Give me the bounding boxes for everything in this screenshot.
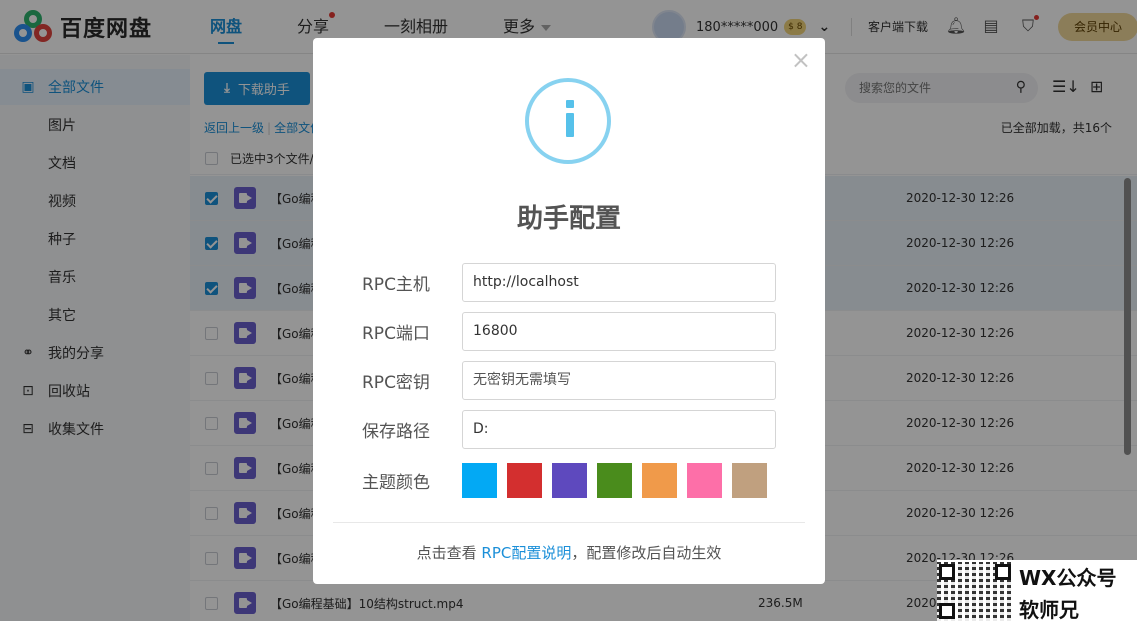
dialog-title: 助手配置 [516,204,621,234]
rpc-port-input[interactable] [462,311,776,351]
helper-config-dialog: × 助手配置 RPC主机 RPC端口 RPC密钥 保存路径 主题颜色 点击查看 … [313,38,825,584]
dialog-footer: 点击查看 RPC配置说明，配置修改后自动生效 [416,544,722,562]
rpc-secret-row: RPC密钥 [362,360,782,400]
watermark-line-2: 软师兄 [1019,598,1079,621]
rpc-secret-label: RPC密钥 [362,372,430,393]
theme-color-label: 主题颜色 [362,472,430,493]
watermark: WX公众号 软师兄 [937,560,1137,621]
theme-color-swatch[interactable] [642,462,677,498]
rpc-config-help-link[interactable]: RPC配置说明 [481,544,571,562]
theme-color-row: 主题颜色 [362,460,782,500]
theme-color-swatch[interactable] [462,462,497,498]
theme-color-swatch[interactable] [507,462,542,498]
theme-swatches [462,462,777,498]
theme-color-swatch[interactable] [732,462,767,498]
close-icon[interactable]: × [791,48,811,72]
save-path-row: 保存路径 [362,409,782,449]
rpc-host-label: RPC主机 [362,274,430,295]
rpc-host-row: RPC主机 [362,262,782,302]
rpc-host-input[interactable] [462,262,776,302]
info-icon [525,78,611,164]
rpc-secret-input[interactable] [462,360,776,400]
rpc-port-label: RPC端口 [362,323,430,344]
save-path-label: 保存路径 [362,421,430,442]
theme-color-swatch[interactable] [687,462,722,498]
theme-color-swatch[interactable] [597,462,632,498]
divider [333,522,805,523]
watermark-line-1: WX公众号 [1019,566,1117,590]
save-path-input[interactable] [462,409,776,449]
rpc-port-row: RPC端口 [362,311,782,351]
theme-color-swatch[interactable] [552,462,587,498]
